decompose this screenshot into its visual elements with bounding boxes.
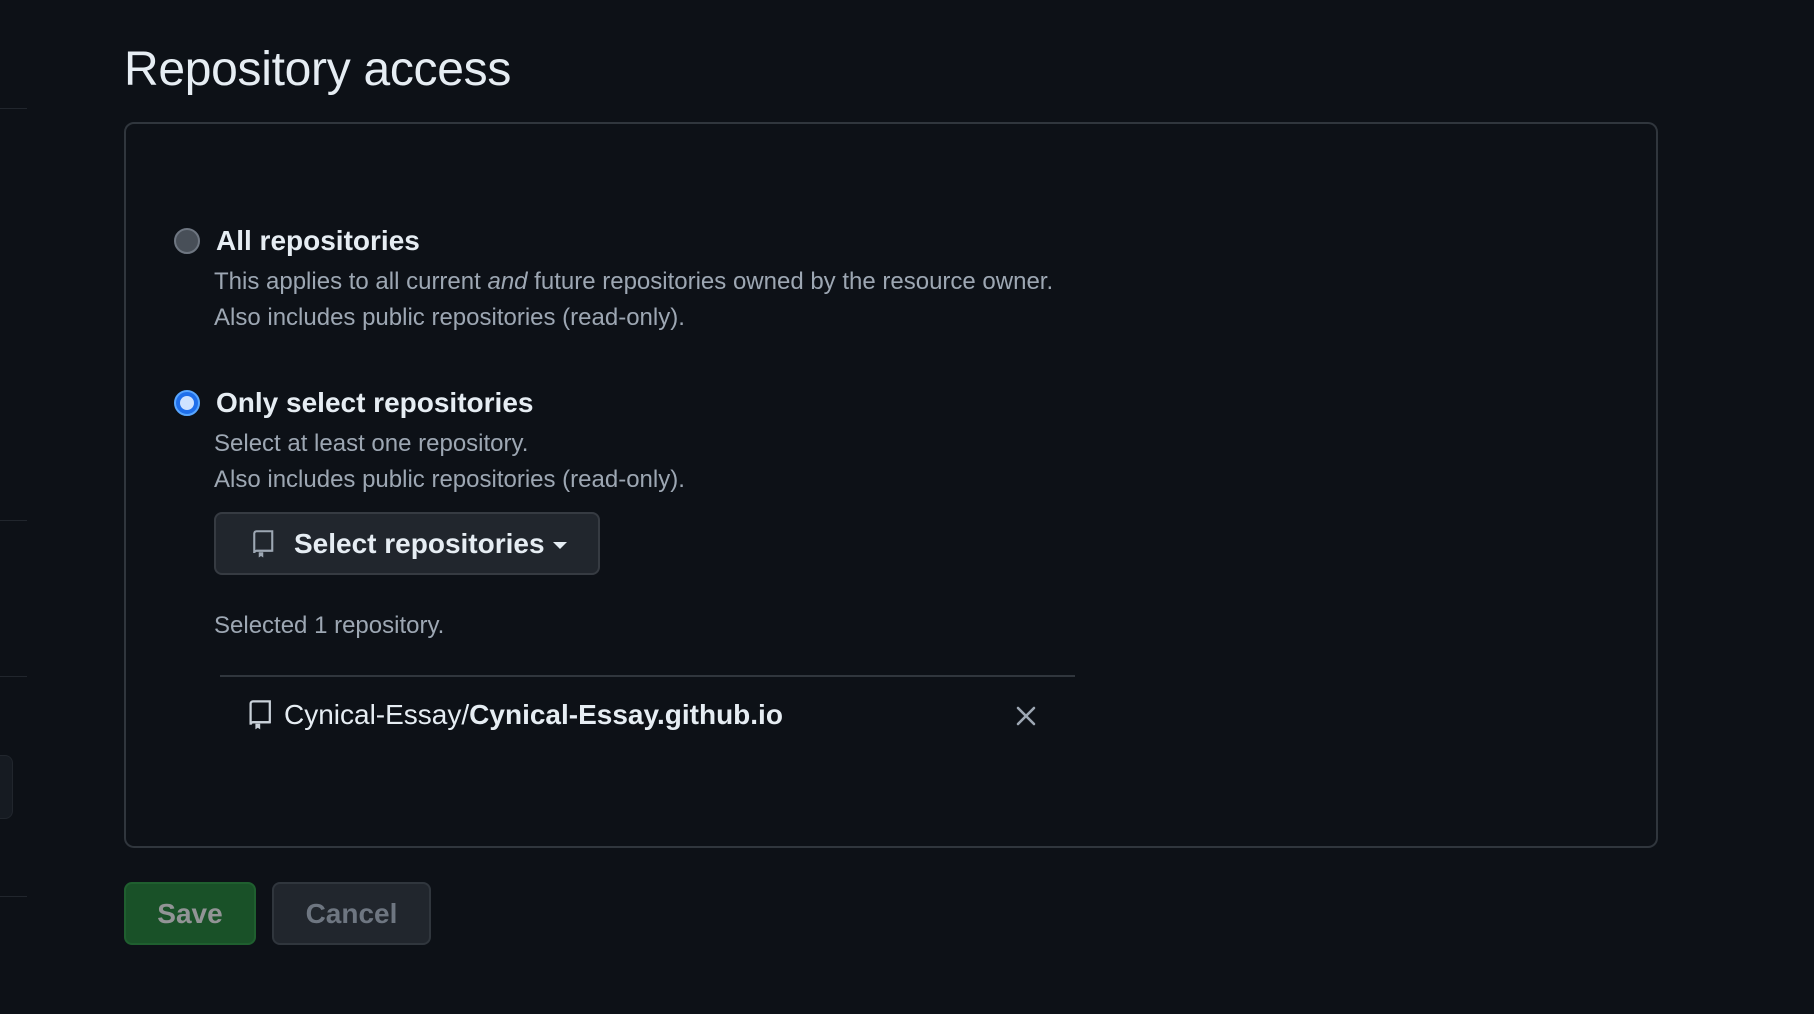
sidebar-item[interactable] <box>0 755 13 819</box>
repo-icon <box>248 699 274 731</box>
page-title: Repository access <box>124 43 512 96</box>
sidebar-divider <box>0 896 27 897</box>
only-select-repositories-label[interactable]: Only select repositories <box>216 387 533 419</box>
all-repositories-description: This applies to all current and future r… <box>214 268 1053 296</box>
sidebar-divider <box>0 676 27 677</box>
repo-name: Cynical-Essay.github.io <box>469 699 783 730</box>
selected-repo-item: Cynical-Essay/Cynical-Essay.github.io <box>248 695 783 735</box>
sidebar-divider <box>0 108 27 109</box>
caret-down-icon <box>552 541 567 549</box>
radio-all-repositories[interactable] <box>174 228 200 254</box>
all-repositories-label[interactable]: All repositories <box>216 225 420 257</box>
cancel-button[interactable]: Cancel <box>272 882 431 945</box>
save-button[interactable]: Save <box>124 882 256 945</box>
radio-only-select-repositories[interactable] <box>174 390 200 416</box>
select-repositories-label: Select repositories <box>294 527 545 559</box>
description-text: future repositories owned by the resourc… <box>527 268 1054 295</box>
selected-count: Selected 1 repository. <box>214 612 445 639</box>
all-repositories-note: Also includes public repositories (read-… <box>214 304 685 331</box>
description-emphasis: and <box>487 268 528 295</box>
repo-owner: Cynical-Essay/ <box>284 699 470 730</box>
repo-icon <box>252 529 276 559</box>
only-select-note: Also includes public repositories (read-… <box>214 466 685 493</box>
remove-repo-x-icon[interactable] <box>1012 702 1040 730</box>
description-text: This applies to all current <box>214 268 488 295</box>
repo-list-divider <box>220 675 1075 677</box>
only-select-description: Select at least one repository. <box>214 430 529 457</box>
select-repositories-button[interactable]: Select repositories <box>214 512 600 575</box>
sidebar-divider <box>0 520 27 521</box>
